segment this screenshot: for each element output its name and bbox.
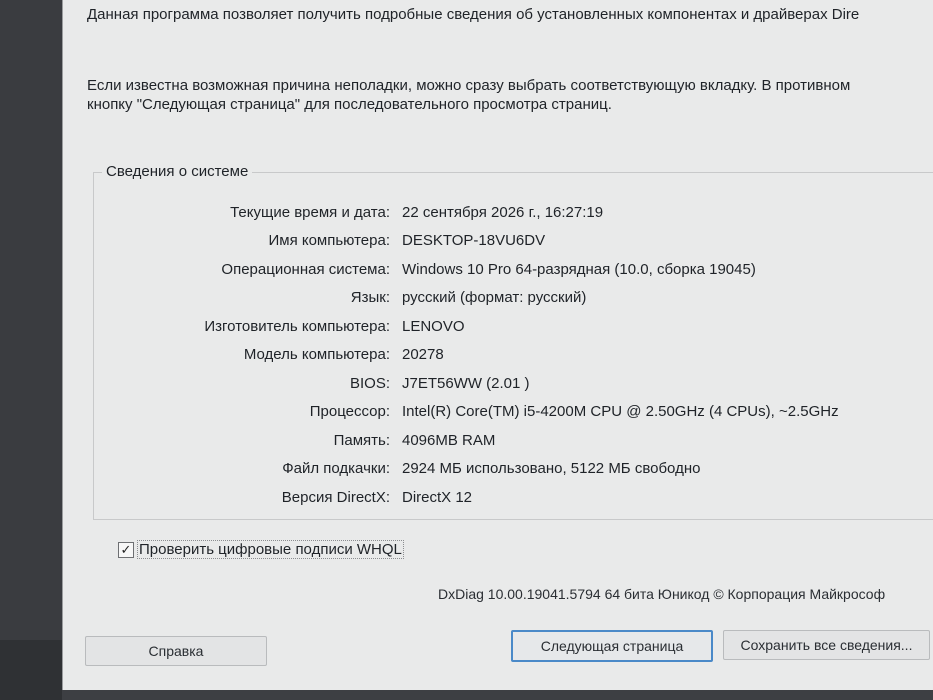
info-value: 20278 <box>402 346 444 363</box>
info-label: Файл подкачки: <box>282 460 390 477</box>
dxdiag-window: Данная программа позволяет получить подр… <box>62 0 933 690</box>
info-row-computer-name: Имя компьютера: DESKTOP-18VU6DV <box>94 232 933 254</box>
window-bottom-edge <box>62 690 933 700</box>
info-value: 4096MB RAM <box>402 432 496 449</box>
info-label: BIOS: <box>349 375 390 392</box>
info-value: русский (формат: русский) <box>402 289 587 306</box>
system-info-title: Сведения о системе <box>102 163 253 180</box>
info-label: Изготовитель компьютера: <box>204 318 390 335</box>
info-row-bios: BIOS: J7ET56WW (2.01 ) <box>94 375 933 397</box>
dxdiag-version-text: DxDiag 10.00.19041.5794 64 бита Юникод ©… <box>438 586 886 602</box>
info-value: Windows 10 Pro 64-разрядная (10.0, сборк… <box>402 261 756 278</box>
info-label: Версия DirectX: <box>281 489 390 506</box>
info-label: Язык: <box>350 289 390 306</box>
info-label: Текущие время и дата: <box>230 204 390 221</box>
info-label: Память: <box>333 432 390 449</box>
info-row-directx: Версия DirectX: DirectX 12 <box>94 489 933 511</box>
intro-text-paragraph: Если известна возможная причина неполадк… <box>87 76 933 114</box>
info-label: Имя компьютера: <box>268 232 390 249</box>
info-row-os: Операционная система: Windows 10 Pro 64-… <box>94 261 933 283</box>
info-value: LENOVO <box>402 318 465 335</box>
background-edge <box>0 640 62 700</box>
intro-text-line-2: Если известна возможная причина неполадк… <box>87 77 851 94</box>
checkmark-icon: ✓ <box>120 542 132 557</box>
intro-text-line-3: кнопку "Следующая страница" для последов… <box>87 96 612 113</box>
info-row-model: Модель компьютера: 20278 <box>94 346 933 368</box>
info-row-page-file: Файл подкачки: 2924 МБ использовано, 512… <box>94 460 933 482</box>
info-label: Процессор: <box>309 403 390 420</box>
info-value: 22 сентября 2026 г., 16:27:19 <box>402 204 604 221</box>
save-all-button[interactable]: Сохранить все сведения... <box>723 630 930 660</box>
system-info-group: Сведения о системе Текущие время и дата:… <box>93 163 933 520</box>
whql-checkbox[interactable]: ✓ <box>118 541 134 558</box>
info-row-processor: Процессор: Intel(R) Core(TM) i5-4200M CP… <box>94 403 933 425</box>
info-row-memory: Память: 4096MB RAM <box>94 432 933 454</box>
info-value: 2924 МБ использовано, 5122 МБ свободно <box>402 460 701 477</box>
info-value: J7ET56WW (2.01 ) <box>402 375 530 392</box>
info-row-datetime: Текущие время и дата: 22 сентября 2026 г… <box>94 204 933 226</box>
info-row-manufacturer: Изготовитель компьютера: LENOVO <box>94 318 933 340</box>
info-label: Операционная система: <box>221 261 390 278</box>
help-button[interactable]: Справка <box>85 636 267 666</box>
next-page-button[interactable]: Следующая страница <box>511 630 713 662</box>
info-value: DESKTOP-18VU6DV <box>402 232 546 249</box>
info-label: Модель компьютера: <box>243 346 390 363</box>
whql-checkbox-label[interactable]: Проверить цифровые подписи WHQL <box>137 540 404 559</box>
info-row-language: Язык: русский (формат: русский) <box>94 289 933 311</box>
info-value: DirectX 12 <box>402 489 473 506</box>
whql-checkbox-control[interactable]: ✓ Проверить цифровые подписи WHQL <box>118 540 404 559</box>
info-value: Intel(R) Core(TM) i5-4200M CPU @ 2.50GHz… <box>402 403 839 420</box>
intro-text-line-1: Данная программа позволяет получить подр… <box>87 6 860 23</box>
